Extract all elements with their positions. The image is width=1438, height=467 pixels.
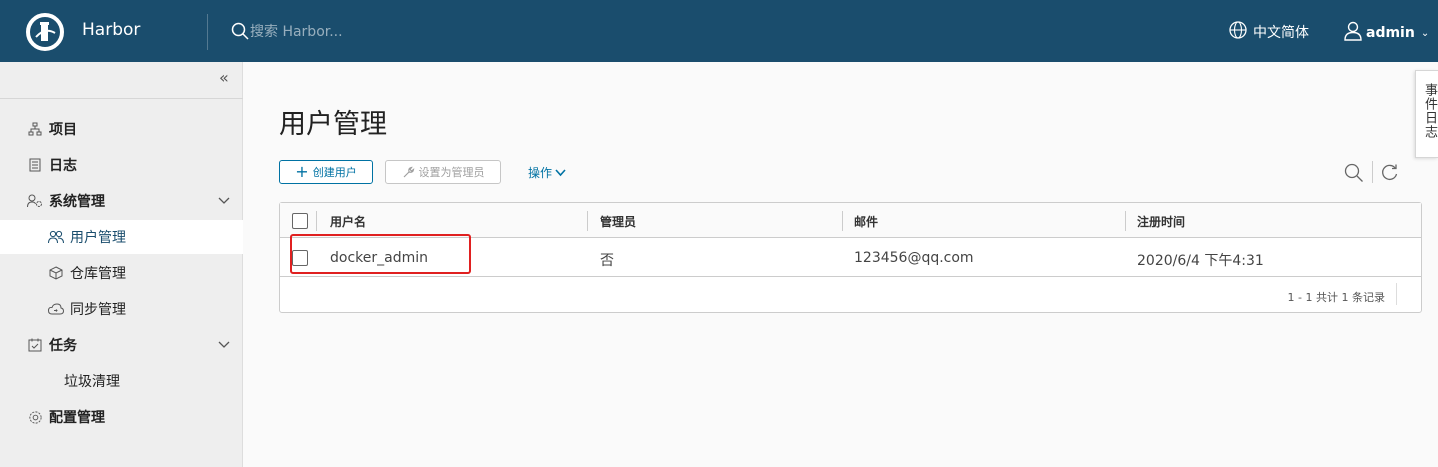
chevron-down-icon[interactable] (218, 337, 230, 353)
registered-cell: 2020/6/4 下午4:31 (1137, 253, 1264, 269)
sidebar-item-label: 任务 (49, 338, 77, 354)
language-selector[interactable]: 中文简体 (1229, 21, 1309, 43)
sidebar-divider (0, 98, 243, 99)
sidebar-item-logs[interactable]: 日志 (0, 148, 243, 182)
replication-icon (48, 301, 64, 317)
annotation-highlight-box (290, 234, 471, 274)
sidebar-item-tasks[interactable]: 任务 (0, 328, 243, 362)
sidebar-item-label: 系统管理 (49, 194, 105, 210)
username-label: admin (1366, 25, 1415, 41)
column-divider[interactable] (842, 211, 843, 231)
user-icon (1344, 21, 1362, 45)
sidebar-item-user-management[interactable]: 用户管理 (0, 220, 243, 254)
sidebar-item-configuration[interactable]: 配置管理 (0, 400, 243, 434)
column-header-registered[interactable]: 注册时间 (1137, 213, 1185, 230)
create-user-label: 创建用户 (312, 166, 357, 179)
globe-icon (1229, 21, 1247, 43)
grid-header: 用户名 管理员 邮件 注册时间 (280, 203, 1421, 238)
sidebar-item-replications[interactable]: 同步管理 (0, 292, 243, 326)
column-divider[interactable] (1125, 211, 1126, 231)
top-navigation-bar: Harbor 中文简体 admin ⌄ (0, 0, 1438, 62)
sidebar-item-garbage-collection[interactable]: 垃圾清理 (0, 364, 243, 398)
sidebar: « 项目 日志 系统管理 用户管理 仓库管理 同步管理 任务 垃圾清理 配置管理 (0, 62, 243, 467)
column-divider[interactable] (587, 211, 588, 231)
sidebar-item-label: 日志 (49, 158, 77, 174)
global-search-input[interactable] (250, 21, 550, 43)
header-divider (207, 14, 208, 50)
gear-icon (27, 409, 43, 425)
refresh-icon[interactable] (1381, 163, 1399, 185)
wrench-icon (403, 166, 414, 177)
log-icon (27, 157, 43, 173)
chevron-down-icon: ⌄ (1420, 27, 1430, 39)
language-label: 中文简体 (1253, 25, 1309, 41)
user-menu[interactable]: admin ⌄ (1344, 21, 1429, 45)
task-icon (27, 337, 43, 353)
search-icon (231, 22, 249, 44)
collapse-sidebar-icon[interactable]: « (219, 68, 229, 87)
column-header-email[interactable]: 邮件 (854, 213, 878, 230)
footer-divider (1396, 283, 1397, 305)
sidebar-item-label: 同步管理 (70, 302, 126, 318)
chevron-down-icon[interactable] (218, 193, 230, 209)
users-icon (48, 229, 64, 245)
event-log-label: 事件日志 (1422, 83, 1437, 139)
admin-cell: 否 (600, 253, 614, 269)
actions-label: 操作 (528, 166, 553, 180)
toolbar-divider (1372, 161, 1373, 183)
brand-name[interactable]: Harbor (82, 20, 140, 40)
system-admin-icon (27, 193, 43, 209)
set-admin-button[interactable]: 设置为管理员 (385, 160, 501, 184)
sidebar-item-label: 配置管理 (49, 410, 105, 426)
page-title: 用户管理 (279, 109, 387, 140)
actions-dropdown[interactable]: 操作 (528, 164, 566, 181)
search-icon[interactable] (1344, 163, 1364, 187)
email-cell: 123456@qq.com (854, 250, 974, 266)
sidebar-item-registries[interactable]: 仓库管理 (0, 256, 243, 290)
sidebar-item-system-admin[interactable]: 系统管理 (0, 184, 243, 218)
plus-icon: + (295, 162, 309, 181)
harbor-logo-icon[interactable] (26, 13, 64, 51)
select-all-checkbox[interactable] (292, 213, 308, 229)
chevron-down-icon (555, 168, 566, 176)
sidebar-item-label: 用户管理 (70, 230, 126, 246)
registry-icon (48, 265, 64, 281)
column-divider (316, 211, 317, 231)
sidebar-item-label: 仓库管理 (70, 266, 126, 282)
sidebar-item-projects[interactable]: 项目 (0, 112, 243, 146)
column-header-admin[interactable]: 管理员 (600, 213, 636, 230)
project-icon (27, 121, 43, 137)
sidebar-item-label: 项目 (49, 122, 77, 138)
pagination-info: 1 - 1 共计 1 条记录 (1287, 291, 1385, 304)
column-header-username[interactable]: 用户名 (330, 213, 366, 230)
event-log-tab[interactable]: 事件日志 (1415, 70, 1438, 158)
sidebar-item-label: 垃圾清理 (64, 374, 120, 390)
set-admin-label: 设置为管理员 (418, 166, 485, 179)
create-user-button[interactable]: + 创建用户 (279, 160, 373, 184)
